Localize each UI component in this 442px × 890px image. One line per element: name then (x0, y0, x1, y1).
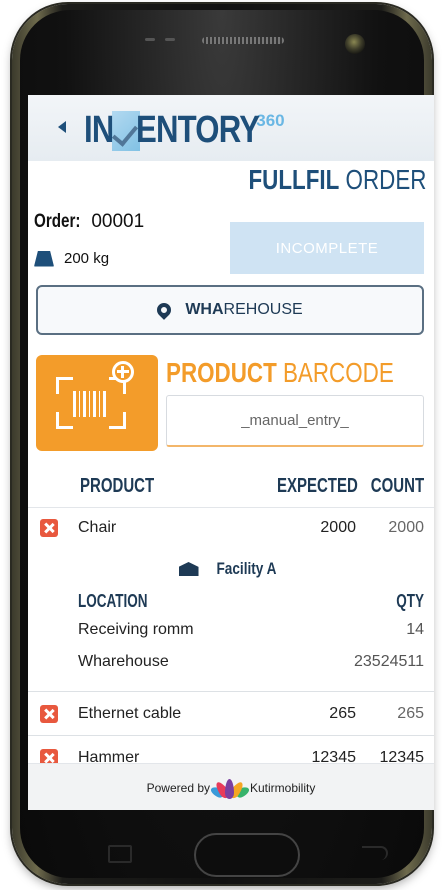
product-table: PRODUCT EXPECTED COUNT Chair 2000 2000 F… (28, 467, 434, 767)
product-name: Chair (78, 519, 117, 536)
location-label: WHAREHOUSE (185, 301, 302, 319)
location-label-rest: REHOUSE (223, 301, 303, 318)
location-pin-icon (154, 300, 175, 320)
app-header: IN ENTORY 360 (28, 95, 434, 161)
location-selector-button[interactable]: WHAREHOUSE (36, 285, 424, 335)
product-count: 265 (397, 705, 424, 722)
weight-icon (34, 250, 54, 267)
order-weight-value: 200 kg (64, 250, 110, 267)
table-header: PRODUCT EXPECTED COUNT (28, 467, 434, 508)
qty-header: QTY (396, 591, 424, 611)
page-title-bold: FULLFIL (248, 164, 339, 195)
facility-heading: Facility A (28, 559, 434, 581)
product-expected: 265 (329, 705, 356, 722)
plus-icon (112, 361, 134, 383)
order-weight: 200 kg (34, 250, 109, 267)
table-row[interactable]: Ethernet cable 265 265 (28, 695, 434, 733)
product-count: 2000 (388, 519, 424, 536)
order-number: Order: 00001 (34, 211, 144, 233)
powered-by-label: Powered by (146, 780, 210, 795)
row-divider (28, 691, 434, 692)
location-name: Receiving romm (78, 621, 194, 638)
incomplete-status-button[interactable]: INCOMPLETE (230, 222, 424, 274)
product-barcode-title: PRODUCT BARCODE (166, 357, 394, 389)
earpiece-speaker (202, 37, 284, 44)
order-label: Order: (34, 211, 81, 232)
product-name: Ethernet cable (78, 705, 182, 722)
remove-icon[interactable] (40, 519, 58, 537)
app-screen: IN ENTORY 360 FULLFIL ORDER Order: 00001… (28, 95, 434, 810)
barcode-scan-icon (56, 377, 126, 429)
location-name: Wharehouse (78, 653, 169, 670)
location-header: LOCATION (78, 591, 148, 611)
header-expected: EXPECTED (277, 475, 358, 497)
barcode-title-bold: PRODUCT (166, 357, 277, 388)
logo-text-in: IN (84, 109, 114, 151)
brand-name: Kutirmobility (250, 780, 316, 795)
lotus-logo-icon (209, 777, 251, 800)
barcode-manual-input[interactable] (166, 395, 424, 447)
row-divider (28, 735, 434, 736)
location-label-bold: WHA (185, 301, 224, 318)
logo-text-rest: ENTORY (136, 109, 260, 151)
sensor-dots (145, 38, 175, 41)
recent-apps-key-icon[interactable] (108, 845, 132, 863)
page-title-rest: ORDER (338, 164, 426, 195)
logo-suffix: 360 (256, 111, 285, 130)
page-title: FULLFIL ORDER (248, 161, 426, 199)
order-number-value: 00001 (91, 211, 145, 232)
footer: Powered by Kutirmobility (28, 763, 434, 810)
barcode-title-rest: BARCODE (276, 357, 394, 388)
front-camera-icon (345, 34, 365, 54)
scan-barcode-button[interactable] (36, 355, 158, 451)
location-qty: 14 (406, 621, 424, 638)
back-key-icon[interactable] (362, 846, 388, 860)
table-row[interactable]: Chair 2000 2000 (28, 509, 434, 547)
facility-name: Facility A (216, 559, 276, 578)
remove-icon[interactable] (40, 705, 58, 723)
header-product: PRODUCT (80, 475, 155, 497)
header-count: COUNT (370, 475, 424, 497)
app-logo: IN ENTORY 360 (84, 105, 285, 155)
location-qty: 23524511 (354, 653, 424, 670)
warehouse-icon (178, 562, 199, 576)
product-expected: 2000 (320, 519, 356, 536)
home-button[interactable] (194, 833, 300, 877)
back-arrow-icon[interactable] (58, 121, 66, 133)
